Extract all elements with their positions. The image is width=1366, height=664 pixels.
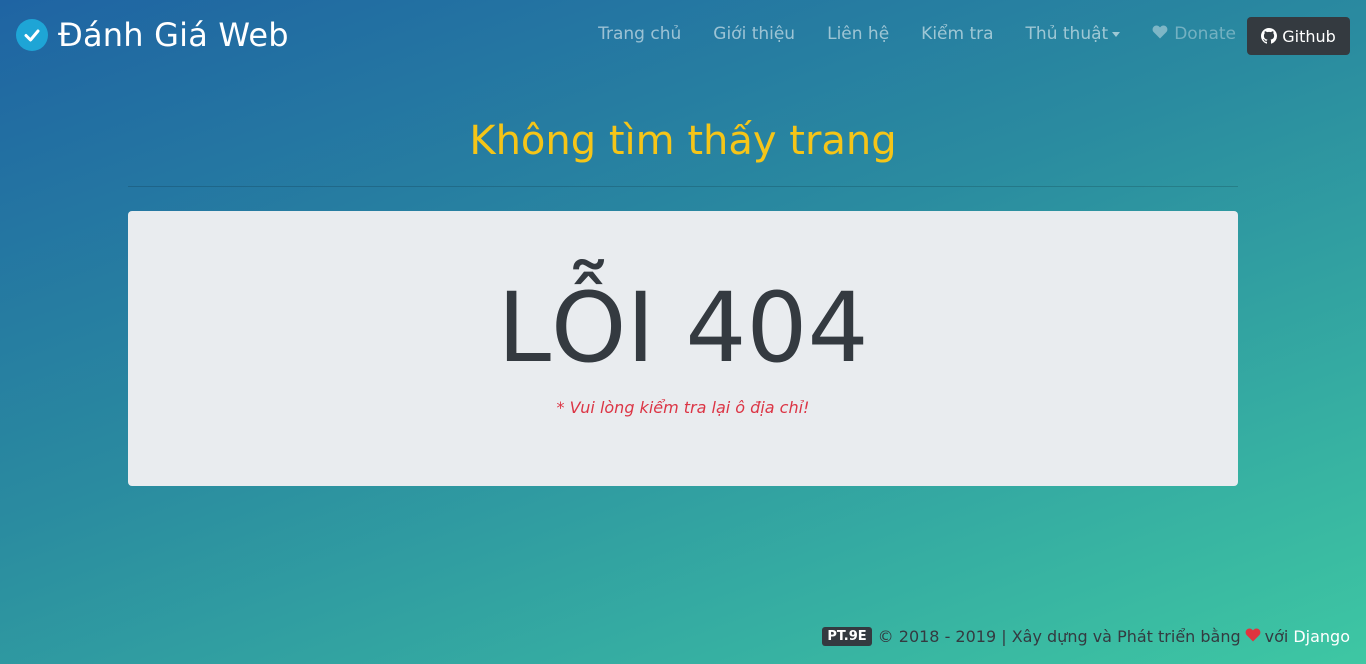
nav-item-donate-label: Donate	[1174, 24, 1236, 44]
brand-name: Đánh Giá Web	[58, 16, 289, 54]
check-circle-icon	[16, 19, 48, 51]
heart-icon	[1245, 627, 1261, 646]
footer: PT.9E © 2018 - 2019 | Xây dựng và Phát t…	[822, 627, 1350, 646]
django-link[interactable]: Django	[1293, 627, 1350, 646]
footer-badge: PT.9E	[822, 627, 872, 646]
navbar: Đánh Giá Web Trang chủ Giới thiệu Liên h…	[0, 0, 1366, 72]
nav-item-contact[interactable]: Liên hệ	[827, 24, 889, 44]
page-title: Không tìm thấy trang	[469, 118, 897, 164]
error-code: LỖI 404	[497, 272, 869, 384]
github-button[interactable]: Github	[1247, 17, 1350, 55]
error-panel: LỖI 404 * Vui lòng kiểm tra lại ô địa ch…	[128, 211, 1238, 486]
title-divider	[128, 186, 1238, 187]
nav-item-donate[interactable]: Donate	[1152, 24, 1236, 44]
nav-item-about[interactable]: Giới thiệu	[713, 24, 795, 44]
nav-item-home[interactable]: Trang chủ	[598, 24, 681, 44]
nav-item-tips-dropdown[interactable]: Thủ thuật	[1026, 24, 1121, 44]
nav-menu: Trang chủ Giới thiệu Liên hệ Kiểm tra Th…	[566, 24, 1236, 44]
nav-item-tips-label: Thủ thuật	[1025, 24, 1109, 44]
caret-down-icon	[1112, 31, 1121, 37]
footer-copyright: © 2018 - 2019 | Xây dựng và Phát triển b…	[877, 627, 1241, 646]
github-icon	[1261, 28, 1278, 44]
brand-link[interactable]: Đánh Giá Web	[16, 16, 289, 54]
footer-with: với	[1264, 627, 1289, 646]
nav-item-check[interactable]: Kiểm tra	[921, 24, 993, 44]
error-hint: * Vui lòng kiểm tra lại ô địa chỉ!	[556, 398, 810, 417]
heart-icon	[1152, 24, 1168, 44]
github-button-label: Github	[1282, 26, 1336, 46]
